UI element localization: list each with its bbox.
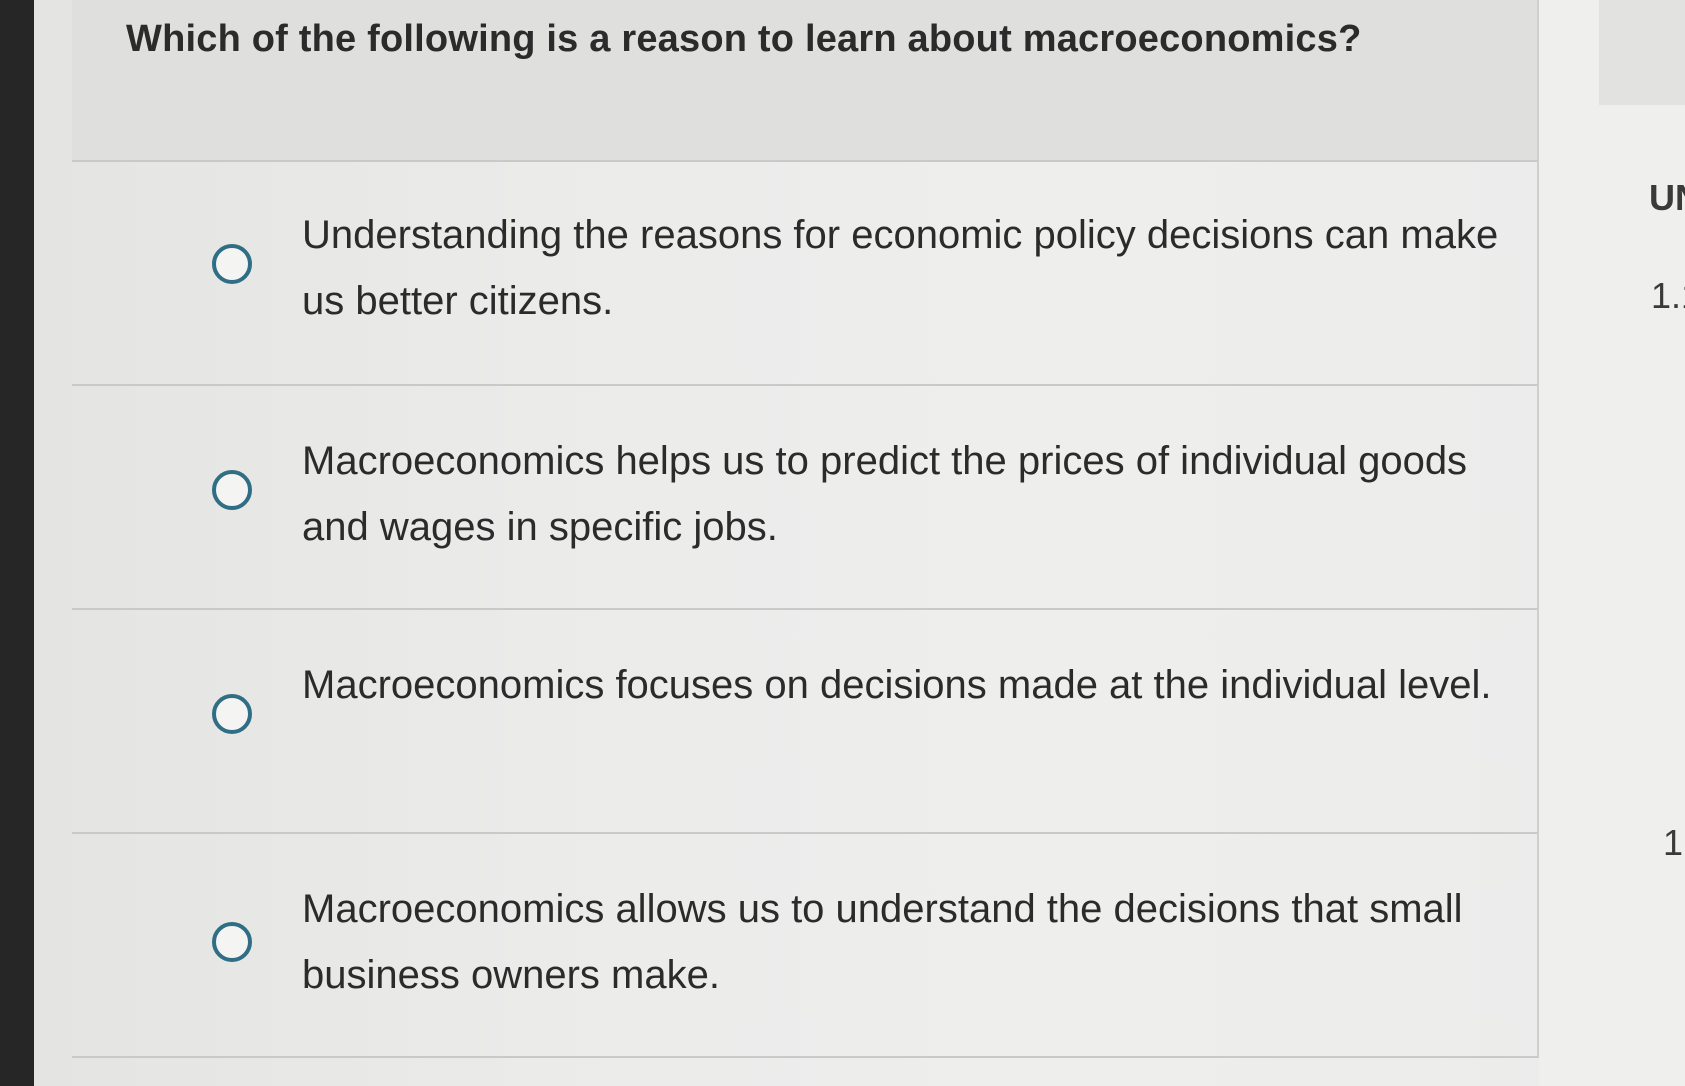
side-panel: H UNI 1.1 K 1.2	[1539, 0, 1685, 1086]
answer-option-1[interactable]: Understanding the reasons for economic p…	[72, 162, 1539, 386]
question-text: Which of the following is a reason to le…	[126, 18, 1362, 60]
answer-option-label: Macroeconomics allows us to understand t…	[302, 887, 1463, 997]
answer-option-label: Understanding the reasons for economic p…	[302, 213, 1499, 323]
lesson-link-1[interactable]: 1.1 K	[1651, 275, 1685, 317]
answer-option-2[interactable]: Macroeconomics helps us to predict the p…	[72, 386, 1539, 610]
radio-button-3[interactable]	[212, 694, 252, 734]
question-panel: Which of the following is a reason to le…	[72, 0, 1539, 1086]
radio-button-1[interactable]	[212, 244, 252, 284]
answer-option-label: Macroeconomics helps us to predict the p…	[302, 439, 1468, 549]
answer-option-4[interactable]: Macroeconomics allows us to understand t…	[72, 834, 1539, 1058]
unit-label: UNI	[1649, 177, 1685, 218]
radio-button-2[interactable]	[212, 470, 252, 510]
question-header: Which of the following is a reason to le…	[72, 0, 1539, 162]
side-panel-header	[1599, 0, 1685, 105]
answer-option-label: Macroeconomics focuses on decisions made…	[302, 663, 1492, 707]
lesson-link-2[interactable]: 1.2	[1663, 822, 1685, 864]
radio-button-4[interactable]	[212, 922, 252, 962]
answer-option-3[interactable]: Macroeconomics focuses on decisions made…	[72, 610, 1539, 834]
screen: Which of the following is a reason to le…	[34, 0, 1685, 1086]
